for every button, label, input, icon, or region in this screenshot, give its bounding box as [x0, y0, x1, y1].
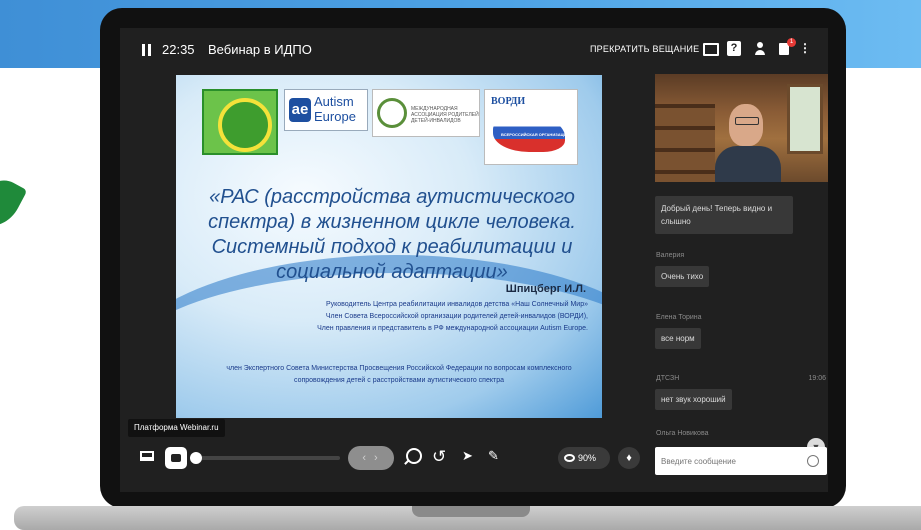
chat-input-box[interactable] [655, 447, 827, 475]
webinar-title: Вебинар в ИДПО [208, 42, 312, 57]
sun-world-logo [202, 89, 278, 155]
chat-author: Валерия [656, 252, 685, 259]
vordi-logo: ВОРДИ ВСЕРОССИЙСКАЯ ОРГАНИЗАЦИЯ [484, 89, 578, 165]
speaker-head [729, 104, 763, 146]
camera-icon[interactable] [165, 447, 187, 469]
autism-europe-text: Autism Europe [314, 94, 356, 124]
speaker-video[interactable] [655, 74, 828, 182]
chat-message: нет звук хороший [655, 389, 732, 410]
top-bar: 22:35 Вебинар в ИДПО ПРЕКРАТИТЬ ВЕЩАНИЕ … [120, 28, 828, 72]
bookshelf [655, 104, 715, 182]
chat-message: Добрый день! Теперь видно и слышно [655, 196, 793, 234]
platform-tooltip: Платформа Webinar.ru [128, 419, 225, 437]
chat-author: Ольга Новикова [656, 430, 709, 437]
pause-icon[interactable] [142, 44, 151, 56]
chat-author: ДТСЗН [656, 375, 680, 382]
parents-association-logo: МЕЖДУНАРОДНАЯ АССОЦИАЦИЯ РОДИТЕЛЕЙ ДЕТЕЙ… [372, 89, 480, 137]
association-text: МЕЖДУНАРОДНАЯ АССОЦИАЦИЯ РОДИТЕЛЕЙ ДЕТЕЙ… [411, 106, 479, 124]
autism-europe-logo: ae Autism Europe [284, 89, 368, 131]
screen-share-icon[interactable] [140, 451, 154, 461]
slide-credentials: Руководитель Центра реабилитации инвалид… [196, 299, 588, 335]
credential-line: Член Совета Всероссийской организации ро… [325, 313, 588, 320]
user-icon[interactable] [753, 41, 767, 56]
player-controls: ‹› ↺ ➤ ✎ 90% ♦ [120, 438, 650, 478]
slide-navigation[interactable]: ‹› [348, 446, 394, 470]
chat-time: 19:06 [808, 375, 826, 382]
speaker-body [715, 146, 781, 182]
chat-panel: Добрый день! Теперь видно и слышно Валер… [655, 182, 828, 456]
association-emblem [377, 98, 407, 128]
chat-author: Елена Торина [656, 314, 702, 321]
autism-europe-mark: ae [289, 98, 311, 122]
laptop-base-notch [412, 506, 530, 517]
stop-broadcast-button[interactable]: ПРЕКРАТИТЬ ВЕЩАНИЕ [590, 44, 699, 54]
webinar-screen: 22:35 Вебинар в ИДПО ПРЕКРАТИТЬ ВЕЩАНИЕ … [120, 28, 828, 492]
undo-icon[interactable]: ↺ [432, 447, 446, 467]
eye-icon [564, 454, 575, 462]
room-window [787, 84, 823, 154]
document-icon[interactable]: ? [727, 41, 741, 56]
chat-message-input[interactable] [661, 453, 801, 469]
pen-icon[interactable]: ✎ [488, 448, 499, 464]
presentation-slide: ae Autism Europe МЕЖДУНАРОДНАЯ АССОЦИАЦИ… [176, 75, 602, 418]
slide-expert-line: член Экспертного Совета Министерства Про… [226, 365, 572, 384]
slide-title: «РАС (расстройства аутистического спектр… [208, 186, 576, 283]
vordi-subtitle: ВСЕРОССИЙСКАЯ ОРГАНИЗАЦИЯ [501, 132, 570, 137]
fire-icon[interactable]: ♦ [618, 447, 640, 469]
chat-icon[interactable] [702, 41, 719, 56]
autism-line2: Europe [314, 109, 356, 124]
background-leaf-decoration [0, 171, 28, 235]
notification-badge: 1 [787, 38, 796, 47]
autism-line1: Autism [314, 94, 354, 109]
chat-message: все норм [655, 328, 701, 349]
viewers-value: 90% [578, 453, 597, 463]
broadcast-time: 22:35 [162, 42, 195, 57]
vordi-label: ВОРДИ [491, 96, 526, 107]
slide-progress-track[interactable] [194, 456, 340, 460]
pointer-icon[interactable]: ➤ [462, 448, 473, 464]
chat-message: Очень тихо [655, 266, 710, 287]
slide-author: Шпицберг И.Л. [505, 283, 586, 295]
viewers-counter[interactable]: 90% [558, 447, 610, 469]
zoom-icon[interactable] [406, 448, 422, 464]
slide-progress-knob[interactable] [190, 452, 202, 464]
credential-line: Член правления и представитель в РФ межд… [317, 325, 588, 332]
emoji-icon[interactable] [807, 455, 819, 467]
more-icon[interactable]: ⋮ [799, 41, 811, 56]
credential-line: Руководитель Центра реабилитации инвалид… [325, 301, 588, 308]
